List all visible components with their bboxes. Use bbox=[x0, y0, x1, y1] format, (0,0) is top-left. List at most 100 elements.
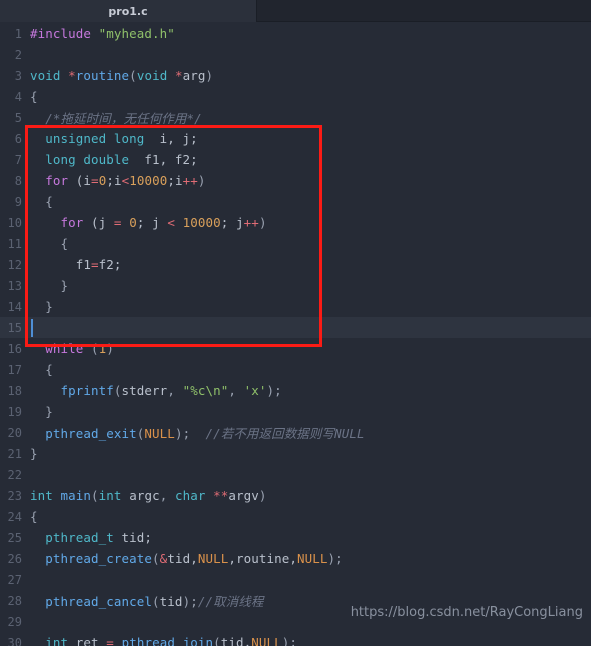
code-token: , bbox=[167, 383, 183, 398]
code-token: pthread_cancel bbox=[45, 594, 153, 609]
code-line[interactable]: 25 pthread_t tid; bbox=[0, 527, 591, 548]
code-text: void *routine(void *arg) bbox=[30, 68, 213, 83]
code-line[interactable]: 10 for (j = 0; j < 10000; j++) bbox=[0, 212, 591, 233]
code-token: routine bbox=[75, 68, 130, 83]
line-number: 1 bbox=[14, 26, 22, 41]
code-token: 'x' bbox=[243, 383, 267, 398]
code-line[interactable]: 6 unsigned long i, j; bbox=[0, 128, 591, 149]
code-line[interactable]: 4{ bbox=[0, 86, 591, 107]
line-number: 13 bbox=[7, 278, 22, 293]
code-token: argc bbox=[129, 488, 160, 503]
code-text: { bbox=[30, 194, 53, 209]
code-line[interactable]: 13 } bbox=[0, 275, 591, 296]
code-line[interactable]: 14 } bbox=[0, 296, 591, 317]
line-number: 14 bbox=[7, 299, 22, 314]
code-line[interactable]: 18 fprintf(stderr, "%c\n", 'x'); bbox=[0, 380, 591, 401]
code-text: { bbox=[30, 89, 38, 104]
code-line[interactable]: 15 bbox=[0, 317, 591, 338]
tab-label: pro1.c bbox=[108, 4, 148, 18]
line-number: 5 bbox=[14, 110, 22, 125]
code-token: ( bbox=[129, 68, 137, 83]
code-line[interactable]: 17 { bbox=[0, 359, 591, 380]
code-text: /*拖延时间，无任何作用*/ bbox=[30, 108, 202, 127]
code-line[interactable]: 8 for (i=0;i<10000;i++) bbox=[0, 170, 591, 191]
code-line[interactable]: 30 int ret = pthread_join(tid,NULL); bbox=[0, 632, 591, 646]
code-line[interactable]: 12 f1=f2; bbox=[0, 254, 591, 275]
code-text: int ret = pthread_join(tid,NULL); bbox=[30, 635, 297, 646]
code-token: { bbox=[30, 509, 38, 524]
code-lines-container[interactable]: 1 #include "myhead.h" 2 3 void *routine(void… bbox=[0, 22, 591, 646]
code-line[interactable]: 26 pthread_create(&tid,NULL,routine,NULL… bbox=[0, 548, 591, 569]
code-token: ) bbox=[106, 341, 114, 356]
code-token: } bbox=[30, 446, 38, 461]
code-token: i, j; bbox=[144, 131, 198, 146]
line-number: 12 bbox=[7, 257, 22, 272]
line-number: 25 bbox=[7, 530, 22, 545]
code-line[interactable]: 19 } bbox=[0, 401, 591, 422]
code-token: ); bbox=[266, 383, 282, 398]
code-token: void bbox=[30, 68, 69, 83]
code-token: = bbox=[91, 257, 99, 272]
code-line[interactable]: 22 bbox=[0, 464, 591, 485]
code-token: ( bbox=[152, 594, 160, 609]
code-token: f1 bbox=[30, 257, 92, 272]
code-token: = bbox=[113, 215, 122, 230]
code-token: ; j bbox=[136, 215, 168, 230]
code-token: ); bbox=[281, 635, 298, 646]
tab-pro1-c[interactable]: pro1.c bbox=[0, 0, 256, 22]
line-number: 6 bbox=[14, 131, 22, 146]
code-line[interactable]: 16 while (1) bbox=[0, 338, 591, 359]
code-token: { bbox=[30, 362, 53, 377]
code-line[interactable]: 7 long double f1, f2; bbox=[0, 149, 591, 170]
code-line[interactable]: 3 void *routine(void *arg) bbox=[0, 65, 591, 86]
line-number: 28 bbox=[7, 593, 22, 608]
line-number: 20 bbox=[7, 425, 22, 440]
code-line[interactable]: 5 /*拖延时间，无任何作用*/ bbox=[0, 107, 591, 128]
code-token: "%c\n" bbox=[182, 383, 229, 398]
code-text: long double f1, f2; bbox=[30, 152, 198, 167]
code-token: while bbox=[45, 341, 84, 356]
code-token: fprintf bbox=[60, 383, 114, 398]
line-number: 17 bbox=[7, 362, 22, 377]
code-text: } bbox=[30, 278, 69, 293]
code-line[interactable]: 2 bbox=[0, 44, 591, 65]
code-text: for (i=0;i<10000;i++) bbox=[30, 173, 206, 188]
code-line[interactable]: 21} bbox=[0, 443, 591, 464]
code-token: ( bbox=[113, 383, 122, 398]
code-token: f2; bbox=[98, 257, 122, 272]
code-text: { bbox=[30, 362, 53, 377]
code-token: ( bbox=[152, 551, 160, 566]
code-token: stderr bbox=[121, 383, 168, 398]
code-line[interactable]: 27 bbox=[0, 569, 591, 590]
code-token: 10000 bbox=[129, 173, 168, 188]
code-editor[interactable]: 1 #include "myhead.h" 2 3 void *routine(void… bbox=[0, 22, 591, 646]
code-line[interactable]: 20 pthread_exit(NULL); //若不用返回数据则写NULL bbox=[0, 422, 591, 443]
watermark-url: https://blog.csdn.net/RayCongLiang bbox=[350, 605, 583, 620]
code-token: ( bbox=[91, 488, 99, 503]
line-number: 24 bbox=[7, 509, 22, 524]
code-token: 10000 bbox=[182, 215, 221, 230]
code-line[interactable]: 23 int main(int argc, char **argv) bbox=[0, 485, 591, 506]
code-text: for (j = 0; j < 10000; j++) bbox=[30, 215, 267, 230]
code-line[interactable]: 1 #include "myhead.h" bbox=[0, 23, 591, 44]
code-token: < bbox=[167, 215, 175, 230]
editor-tab-bar: pro1.c bbox=[0, 0, 591, 22]
line-number: 3 bbox=[14, 68, 22, 83]
code-token: ); bbox=[327, 551, 343, 566]
tab-bar-empty-area bbox=[256, 0, 591, 22]
code-line[interactable]: 24 { bbox=[0, 506, 591, 527]
line-number: 2 bbox=[14, 47, 22, 62]
code-token: { bbox=[30, 89, 38, 104]
code-line[interactable]: 11 { bbox=[0, 233, 591, 254]
code-token: for bbox=[60, 215, 84, 230]
code-line[interactable]: 9 { bbox=[0, 191, 591, 212]
